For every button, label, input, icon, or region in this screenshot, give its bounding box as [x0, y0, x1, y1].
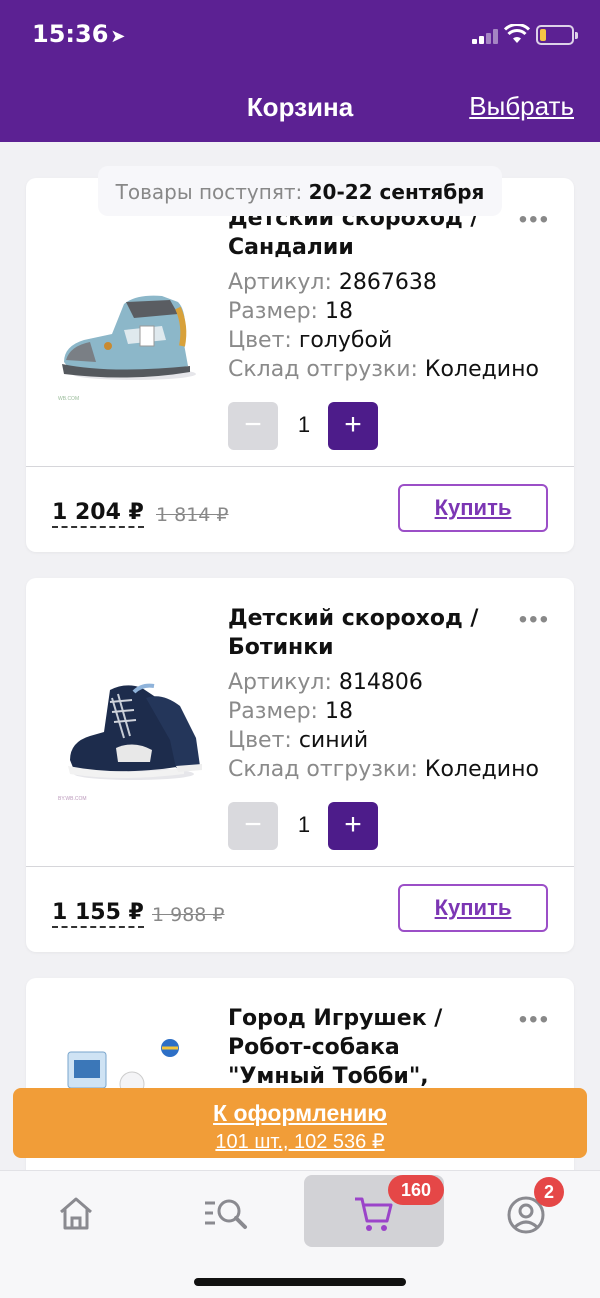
attr-article: Артикул: 814806 — [228, 670, 423, 695]
cart-icon — [355, 1197, 393, 1231]
navigation-bar: Корзина Выбрать — [0, 72, 600, 142]
tab-catalog[interactable] — [156, 1175, 296, 1247]
search-list-icon — [205, 1199, 247, 1229]
more-options-icon[interactable]: ••• — [519, 606, 550, 634]
delivery-dates: 20-22 сентября — [308, 180, 485, 204]
quantity-value: 1 — [297, 412, 311, 437]
quantity-value: 1 — [297, 812, 311, 837]
buy-button[interactable]: Купить — [398, 884, 548, 932]
delivery-info: Товары поступят: 20-22 сентября — [98, 166, 502, 216]
status-bar: 15:36 ➤ — [0, 0, 600, 72]
increase-quantity-button[interactable]: + — [328, 402, 378, 450]
checkout-button[interactable]: К оформлению 101 шт., 102 536 ₽ — [13, 1088, 587, 1158]
svg-text:BY.WB.COM: BY.WB.COM — [58, 796, 87, 802]
cart-item: BY.WB.COM Детский скороход / Ботинки •••… — [26, 578, 574, 952]
divider — [26, 466, 574, 467]
current-price[interactable]: 1 155 ₽ — [52, 900, 144, 928]
attr-warehouse: Склад отгрузки: Коледино — [228, 357, 539, 382]
wifi-icon — [504, 24, 530, 43]
decrease-quantity-button[interactable]: − — [228, 402, 278, 450]
product-image-boots[interactable]: BY.WB.COM — [50, 642, 218, 810]
product-title[interactable]: Детский скороход / Ботинки — [228, 604, 498, 662]
location-arrow-icon: ➤ — [110, 26, 126, 47]
attr-color: Цвет: синий — [228, 728, 369, 753]
product-attributes: Артикул: 814806 Размер: 18 Цвет: синий С… — [228, 668, 539, 784]
profile-badge: 2 — [534, 1177, 564, 1207]
battery-icon — [536, 25, 578, 45]
tab-home[interactable] — [6, 1175, 146, 1247]
product-attributes: Артикул: 2867638 Размер: 18 Цвет: голубо… — [228, 268, 539, 384]
buy-button[interactable]: Купить — [398, 484, 548, 532]
tab-cart[interactable]: 160 — [304, 1175, 444, 1247]
select-button[interactable]: Выбрать — [469, 91, 574, 122]
checkout-summary: 101 шт., 102 536 ₽ — [215, 1131, 385, 1153]
home-icon — [60, 1197, 92, 1230]
status-time: 15:36 ➤ — [32, 20, 126, 48]
current-price[interactable]: 1 204 ₽ — [52, 500, 144, 528]
more-options-icon[interactable]: ••• — [519, 1006, 550, 1034]
decrease-quantity-button[interactable]: − — [228, 802, 278, 850]
attr-color: Цвет: голубой — [228, 328, 393, 353]
cart-badge: 160 — [388, 1175, 444, 1205]
cellular-signal-icon — [472, 28, 502, 44]
home-indicator — [194, 1278, 406, 1286]
delivery-label: Товары поступят: — [115, 180, 303, 204]
divider — [26, 866, 574, 867]
old-price: 1 988 ₽ — [152, 904, 225, 926]
old-price: 1 814 ₽ — [156, 504, 229, 526]
attr-size: Размер: 18 — [228, 299, 353, 324]
tab-profile[interactable]: 2 — [456, 1175, 596, 1247]
product-image-sandals[interactable]: WB.COM — [50, 242, 218, 410]
cart-item: WB.COM Детский скороход / Сандалии ••• А… — [26, 178, 574, 552]
attr-article: Артикул: 2867638 — [228, 270, 437, 295]
svg-text:WB.COM: WB.COM — [58, 396, 79, 402]
attr-warehouse: Склад отгрузки: Коледино — [228, 757, 539, 782]
attr-size: Размер: 18 — [228, 699, 353, 724]
increase-quantity-button[interactable]: + — [328, 802, 378, 850]
checkout-label: К оформлению — [213, 1100, 387, 1126]
more-options-icon[interactable]: ••• — [519, 206, 550, 234]
